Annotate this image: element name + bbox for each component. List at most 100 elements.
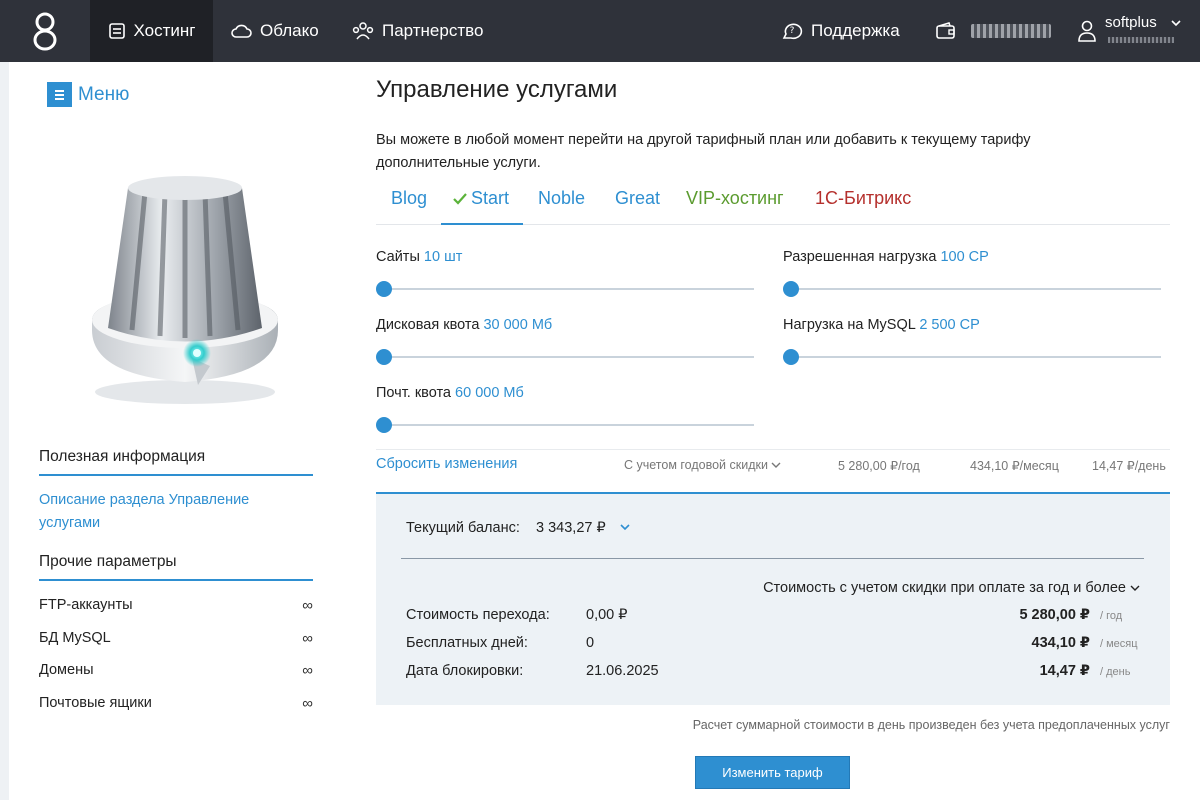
tab-blog[interactable]: Blog bbox=[391, 184, 427, 225]
slider-label-text: Сайты bbox=[376, 249, 420, 265]
change-tariff-button[interactable]: Изменить тариф bbox=[695, 756, 850, 789]
price-year-total: 5 280,00 ₽ bbox=[1019, 607, 1090, 623]
nav-cloud-label: Облако bbox=[260, 21, 319, 40]
username: softplus bbox=[1105, 14, 1157, 31]
user-icon bbox=[1078, 20, 1096, 47]
param-ftp-accounts[interactable]: FTP-аккаунты ∞ bbox=[39, 597, 313, 614]
tab-label: 1С-Битрикс bbox=[815, 188, 912, 208]
slider-label-text: Нагрузка на MySQL bbox=[783, 317, 916, 333]
tab-label: Blog bbox=[391, 188, 428, 208]
other-params-divider bbox=[39, 579, 313, 581]
support-icon: ? bbox=[781, 21, 803, 41]
slider-mail-track[interactable] bbox=[384, 424, 754, 426]
slider-mysql-thumb[interactable] bbox=[783, 349, 799, 365]
nav-cloud[interactable]: Облако bbox=[230, 0, 319, 62]
tab-label: Great bbox=[615, 188, 661, 208]
param-value: ∞ bbox=[302, 662, 313, 679]
logo[interactable] bbox=[0, 0, 90, 62]
server-icon bbox=[108, 22, 126, 40]
page-description: Вы можете в любой момент перейти на друг… bbox=[376, 132, 1031, 171]
slider-mail-thumb[interactable] bbox=[376, 417, 392, 433]
slider-value: 100 CP bbox=[940, 249, 989, 265]
useful-info-heading: Полезная информация bbox=[39, 448, 206, 465]
tab-label: VIP-хостинг bbox=[686, 188, 784, 208]
slider-load-label: Разрешенная нагрузка 100 CP bbox=[783, 249, 989, 265]
chevron-down-icon bbox=[1170, 16, 1182, 34]
panel-divider bbox=[401, 558, 1144, 559]
nav-support[interactable]: ? Поддержка bbox=[781, 0, 900, 62]
block-date-label: Дата блокировки: bbox=[406, 663, 524, 679]
slider-load-thumb[interactable] bbox=[783, 281, 799, 297]
price-day-total: 14,47 ₽ bbox=[1039, 663, 1090, 679]
wallet-balance[interactable] bbox=[935, 0, 1051, 62]
slider-load-track[interactable] bbox=[791, 288, 1161, 290]
chevron-down-icon[interactable] bbox=[619, 519, 631, 537]
slider-mysql-track[interactable] bbox=[791, 356, 1161, 358]
nav-support-label: Поддержка bbox=[811, 21, 900, 40]
price-month-unit: / месяц bbox=[1100, 638, 1138, 650]
chevron-down-icon bbox=[771, 458, 781, 472]
slider-mysql-label: Нагрузка на MySQL 2 500 CP bbox=[783, 317, 980, 333]
tariff-tabs: Blog Start Noble Great VIP-хостинг 1С-Би… bbox=[376, 184, 1170, 225]
slider-disk-thumb[interactable] bbox=[376, 349, 392, 365]
param-domains[interactable]: Домены ∞ bbox=[39, 662, 313, 679]
partners-icon bbox=[352, 21, 374, 41]
page-title: Управление услугами bbox=[376, 76, 618, 103]
menu-label: Меню bbox=[78, 83, 130, 105]
nav-hosting[interactable]: Хостинг bbox=[90, 0, 213, 62]
tab-great[interactable]: Great bbox=[615, 184, 660, 225]
slider-value: 2 500 CP bbox=[919, 317, 980, 333]
slider-label-text: Почт. квота bbox=[376, 385, 451, 401]
discount-dropdown[interactable]: С учетом годовой скидки bbox=[624, 458, 781, 472]
tab-vip-hosting[interactable]: VIP-хостинг bbox=[686, 184, 784, 225]
param-mailboxes[interactable]: Почтовые ящики ∞ bbox=[39, 695, 313, 712]
price-month-total: 434,10 ₽ bbox=[1031, 635, 1090, 651]
cloud-icon bbox=[230, 23, 252, 39]
slider-value: 30 000 Мб bbox=[483, 317, 553, 333]
cost-discount-dropdown[interactable]: Стоимость с учетом скидки при оплате за … bbox=[763, 580, 1140, 596]
slider-value: 10 шт bbox=[423, 249, 463, 265]
param-mysql-db[interactable]: БД MySQL ∞ bbox=[39, 630, 313, 647]
useful-info-divider bbox=[39, 474, 313, 476]
balance-panel: Текущий баланс: 3 343,27 ₽ Стоимость с у… bbox=[376, 492, 1170, 705]
nav-partnership-label: Партнерство bbox=[382, 21, 484, 40]
nav-partnership[interactable]: Партнерство bbox=[352, 0, 483, 62]
cost-footnote: Расчет суммарной стоимости в день произв… bbox=[692, 718, 1170, 732]
tab-start[interactable]: Start bbox=[441, 184, 524, 225]
slider-disk-track[interactable] bbox=[384, 356, 754, 358]
reset-changes-link[interactable]: Сбросить изменения bbox=[376, 456, 517, 472]
useful-info-link[interactable]: Описание раздела Управление услугами bbox=[39, 489, 279, 535]
discount-label: С учетом годовой скидки bbox=[624, 458, 768, 472]
price-year-unit: / год bbox=[1100, 610, 1123, 622]
price-per-month: 434,10 ₽/месяц bbox=[970, 459, 1059, 473]
param-label: Почтовые ящики bbox=[39, 695, 152, 711]
top-navbar: Хостинг Облако Партнерство ? Поддержка s… bbox=[0, 0, 1200, 62]
param-value: ∞ bbox=[302, 597, 313, 614]
tab-1c-bitrix[interactable]: 1С-Битрикс bbox=[815, 184, 911, 225]
tab-noble[interactable]: Noble bbox=[538, 184, 585, 225]
tab-label: Noble bbox=[538, 188, 586, 208]
transition-cost-value: 0,00 ₽ bbox=[586, 607, 628, 623]
nav-hosting-label: Хостинг bbox=[133, 21, 196, 40]
price-per-year: 5 280,00 ₽/год bbox=[838, 459, 920, 473]
checkmark-icon bbox=[453, 189, 467, 210]
balance-label: Текущий баланс: bbox=[406, 520, 520, 536]
cost-title-label: Стоимость с учетом скидки при оплате за … bbox=[763, 580, 1126, 596]
slider-disk-label: Дисковая квота 30 000 Мб bbox=[376, 317, 552, 333]
slider-mail-label: Почт. квота 60 000 Мб bbox=[376, 385, 524, 401]
balance-value[interactable]: 3 343,27 ₽ bbox=[536, 520, 606, 536]
slider-sites-track[interactable] bbox=[384, 288, 754, 290]
price-summary-row: Сбросить изменения С учетом годовой скид… bbox=[376, 449, 1170, 479]
left-edge-strip bbox=[0, 62, 9, 800]
hamburger-icon bbox=[47, 82, 72, 107]
param-value: ∞ bbox=[302, 695, 313, 712]
svg-text:?: ? bbox=[790, 26, 795, 36]
slider-value: 60 000 Мб bbox=[455, 385, 524, 401]
free-days-value: 0 bbox=[586, 635, 595, 651]
slider-sites-thumb[interactable] bbox=[376, 281, 392, 297]
menu-button[interactable]: Меню bbox=[47, 82, 129, 107]
wallet-blurred-value bbox=[971, 24, 1051, 38]
user-blurred-subtitle bbox=[1108, 37, 1174, 43]
wallet-icon bbox=[935, 22, 957, 40]
chevron-down-icon bbox=[1130, 580, 1140, 596]
